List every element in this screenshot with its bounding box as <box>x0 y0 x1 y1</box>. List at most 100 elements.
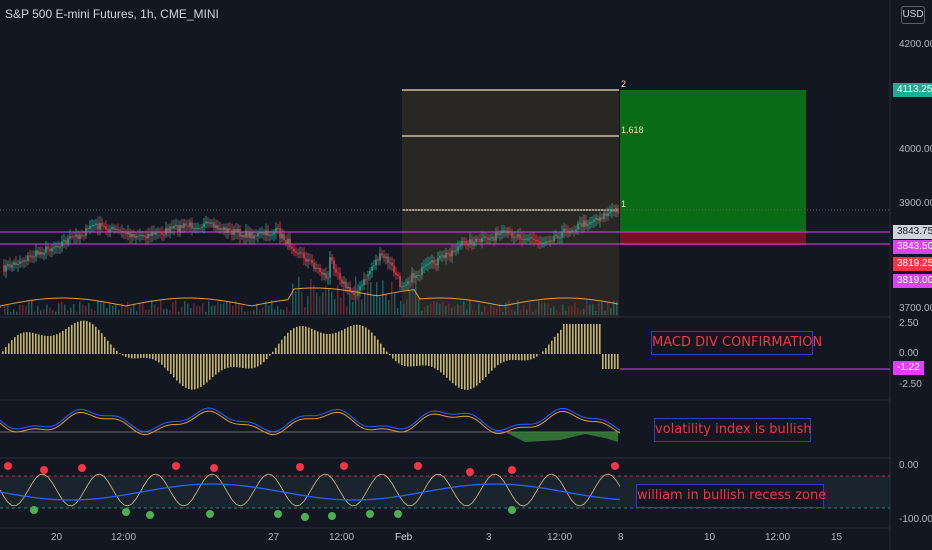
price-chart-canvas[interactable]: 2 1.618 1 <box>0 0 932 550</box>
macd-histogram-bar <box>281 339 283 354</box>
volume-bar <box>532 311 534 315</box>
macd-histogram-bar <box>284 336 286 354</box>
macd-histogram-bar <box>545 348 547 354</box>
macd-histogram-bar <box>548 344 550 354</box>
macd-histogram-bar <box>17 334 19 354</box>
macd-histogram-bar <box>605 354 607 369</box>
macd-histogram-bar <box>296 326 298 354</box>
candle-body <box>611 209 613 212</box>
volume-bar <box>106 308 108 315</box>
volume-bar <box>88 303 90 315</box>
macd-histogram-bar <box>401 354 403 366</box>
macd-histogram-bar <box>470 354 472 390</box>
volume-bar <box>196 305 198 315</box>
candle-body <box>11 264 13 268</box>
macd-histogram-bar <box>617 354 619 369</box>
macd-value-tag: -1.22 <box>893 361 924 375</box>
volume-bar <box>601 302 603 315</box>
candle-body <box>125 233 127 235</box>
candle-body <box>335 268 337 273</box>
candle-body <box>85 228 87 236</box>
candle-body <box>529 237 531 239</box>
candle-body <box>241 234 243 237</box>
candle-body <box>305 258 307 262</box>
volume-bar <box>580 309 582 315</box>
volume-bar <box>19 304 21 315</box>
candle-body <box>123 231 125 234</box>
candle-body <box>461 241 463 246</box>
williams-oversold-marker <box>394 510 402 518</box>
candle-body <box>401 286 403 288</box>
williams-oversold-marker <box>366 510 374 518</box>
candle-body <box>43 252 45 255</box>
annotation-volatility[interactable]: volatility index is bullish <box>654 418 812 442</box>
volume-bar <box>208 301 210 315</box>
volume-bar <box>595 311 597 315</box>
annotation-macd[interactable]: MACD DIV CONFIRMATION <box>651 331 822 355</box>
candle-body <box>503 230 505 232</box>
williams-oversold-marker <box>146 511 154 519</box>
volume-bar <box>442 301 444 315</box>
volume-bar <box>199 306 201 315</box>
candle-body <box>489 238 491 240</box>
candle-body <box>285 240 287 244</box>
candle-body <box>333 260 335 269</box>
candle-body <box>553 235 555 241</box>
williams-overbought-marker <box>414 462 422 470</box>
volume-bar <box>412 282 414 315</box>
candle-body <box>353 293 355 296</box>
currency-button[interactable]: USD <box>901 6 925 24</box>
candle-body <box>541 243 543 245</box>
candle-body <box>427 263 429 265</box>
candle-body <box>389 262 391 264</box>
macd-histogram-bar <box>308 327 310 354</box>
volume-bar <box>604 310 606 315</box>
candle-body <box>33 256 35 258</box>
macd-histogram-bar <box>341 330 343 354</box>
candle-body <box>39 251 41 255</box>
candle-body <box>465 241 467 245</box>
candle-body <box>539 241 541 244</box>
volume-bar <box>550 307 552 315</box>
macd-histogram-bar <box>377 339 379 354</box>
candle-body <box>309 259 311 261</box>
macd-histogram-bar <box>248 354 250 369</box>
volume-bar <box>274 309 276 315</box>
candle-body <box>227 228 229 234</box>
candle-body <box>435 263 437 266</box>
candle-body <box>301 252 303 254</box>
candle-body <box>195 228 197 230</box>
volume-bar <box>364 292 366 315</box>
time-tick: 3 <box>486 532 492 543</box>
volume-bar <box>139 302 141 315</box>
volume-bar <box>505 302 507 315</box>
candle-body <box>27 255 29 261</box>
macd-histogram-bar <box>140 354 142 359</box>
candle-body <box>201 227 203 229</box>
candle-body <box>521 238 523 240</box>
candle-body <box>373 265 375 267</box>
candle-body <box>221 228 223 231</box>
annotation-williams[interactable]: william in bullish recess zone <box>636 484 826 508</box>
macd-histogram-bar <box>20 333 22 354</box>
volume-bar <box>76 311 78 315</box>
chart-stage[interactable]: 2 1.618 1 S&P 500 E-mini Futures, 1h, CME_… <box>0 0 932 550</box>
macd-histogram-bar <box>287 332 289 354</box>
candle-body <box>405 284 407 286</box>
macd-histogram-bar <box>482 354 484 381</box>
candle-body <box>83 235 85 237</box>
macd-histogram-bar <box>215 354 217 375</box>
candle-body <box>49 248 51 252</box>
candle-body <box>613 209 615 212</box>
volume-bar <box>418 297 420 315</box>
candle-body <box>59 246 61 248</box>
volume-bar <box>253 309 255 315</box>
volume-bar <box>301 291 303 315</box>
candle-body <box>341 279 343 284</box>
macd-histogram-bar <box>503 354 505 362</box>
volume-bar <box>58 303 60 315</box>
volume-bar <box>415 278 417 315</box>
volume-bar <box>496 308 498 315</box>
macd-histogram-bar <box>434 354 436 369</box>
volume-bar <box>478 303 480 315</box>
